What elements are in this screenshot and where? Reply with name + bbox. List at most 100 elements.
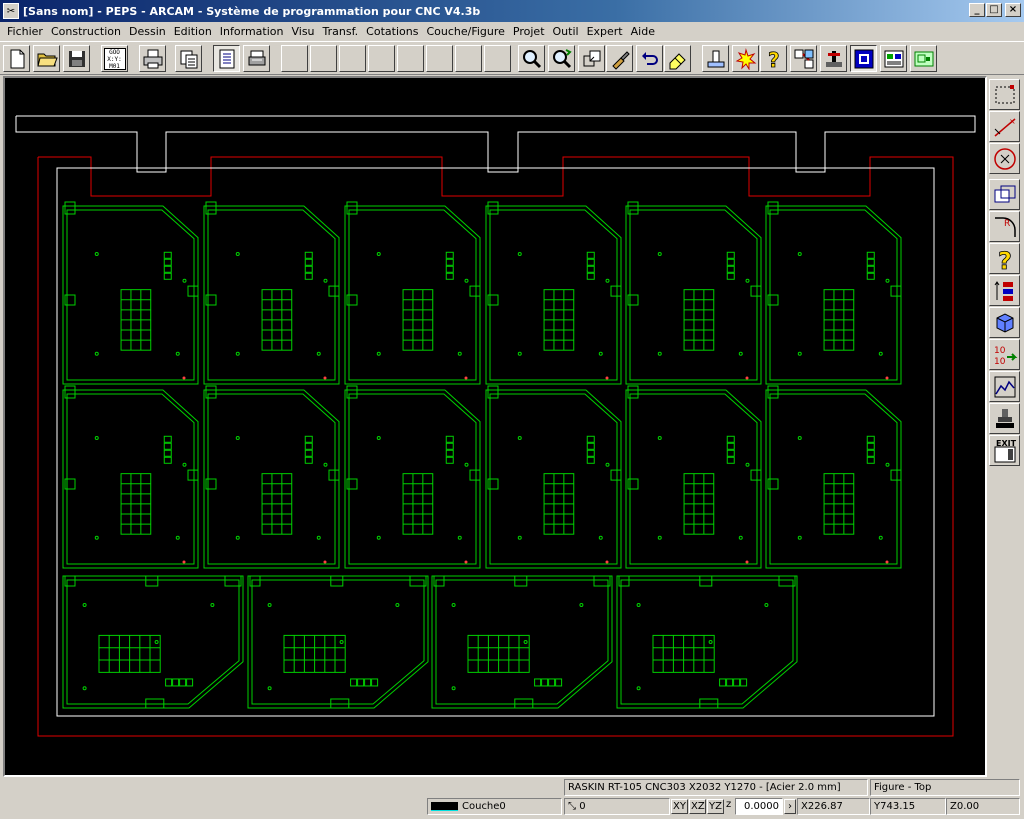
blank-button-7[interactable] <box>455 45 482 72</box>
hole <box>657 535 662 540</box>
gcode-button[interactable]: GOO X:Y: M01 <box>101 45 128 72</box>
blank-button-2[interactable] <box>310 45 337 72</box>
save-button[interactable] <box>63 45 90 72</box>
printer-setup-button[interactable] <box>243 45 270 72</box>
pan-button[interactable] <box>606 45 633 72</box>
tab <box>328 285 340 297</box>
hole <box>182 278 187 283</box>
printer-icon <box>143 49 162 68</box>
menu-visu[interactable]: Visu <box>287 25 318 38</box>
menu-projet[interactable]: Projet <box>509 25 549 38</box>
z-apply-button[interactable]: › <box>784 799 796 814</box>
hole <box>235 351 240 356</box>
tab <box>514 575 528 587</box>
hole <box>636 603 641 608</box>
menu-information[interactable]: Information <box>216 25 288 38</box>
menu-couche-figure[interactable]: Couche/Figure <box>422 25 508 38</box>
new-file-button[interactable] <box>3 45 30 72</box>
hole <box>94 252 99 257</box>
blank-button-6[interactable] <box>426 45 453 72</box>
blank-button-3[interactable] <box>339 45 366 72</box>
floppy-icon <box>68 50 85 67</box>
menu-edition[interactable]: Edition <box>170 25 216 38</box>
slot <box>586 456 595 464</box>
starburst-button[interactable] <box>732 45 759 72</box>
plane-xy-button[interactable]: XY <box>671 799 688 814</box>
start-point <box>745 560 749 564</box>
nesting-drawing[interactable] <box>5 78 985 775</box>
undo-button[interactable] <box>636 45 663 72</box>
radius-button[interactable]: R <box>989 211 1020 242</box>
open-folder-button[interactable] <box>33 45 60 72</box>
exit-button[interactable]: EXIT <box>989 435 1020 466</box>
menu-transf[interactable]: Transf. <box>319 25 363 38</box>
zoom-window-button[interactable] <box>578 45 605 72</box>
slot <box>364 678 372 687</box>
slot <box>555 678 563 687</box>
start-point <box>323 560 327 564</box>
hole <box>764 603 769 608</box>
hole <box>82 603 87 608</box>
line-button[interactable]: × <box>989 111 1020 142</box>
angle-icon: ⤡ <box>568 801 576 812</box>
menu-construction[interactable]: Construction <box>47 25 125 38</box>
cube-button[interactable] <box>989 307 1020 338</box>
zoom-button[interactable] <box>518 45 545 72</box>
minimize-button[interactable]: _ <box>969 3 985 17</box>
help-button[interactable]: ? <box>760 45 787 72</box>
blank-button-4[interactable] <box>368 45 395 72</box>
close-button[interactable]: × <box>1005 3 1021 17</box>
chart-button[interactable] <box>989 371 1020 402</box>
view-page-button[interactable] <box>213 45 240 72</box>
tab <box>699 575 713 587</box>
copy-button[interactable] <box>175 45 202 72</box>
slot <box>866 272 875 280</box>
print-button[interactable] <box>139 45 166 72</box>
eraser-button[interactable] <box>664 45 691 72</box>
select-window-button[interactable] <box>850 45 877 72</box>
menu-aide[interactable]: Aide <box>627 25 659 38</box>
circle-button[interactable] <box>989 143 1020 174</box>
slot <box>726 272 735 280</box>
menu-cotations[interactable]: Cotations <box>362 25 422 38</box>
maximize-button[interactable]: □ <box>986 3 1002 17</box>
menu-fichier[interactable]: Fichier <box>3 25 47 38</box>
stamp-button[interactable] <box>989 403 1020 434</box>
slot <box>541 678 549 687</box>
y-coordinate: Y743.15 <box>870 798 946 815</box>
sequence-button[interactable]: 10 10 <box>989 339 1020 370</box>
rectangle-button[interactable] <box>989 179 1020 210</box>
menu-expert[interactable]: Expert <box>583 25 627 38</box>
blank-button-1[interactable] <box>281 45 308 72</box>
slot <box>186 678 194 687</box>
drawing-canvas[interactable] <box>3 76 987 777</box>
layout-button[interactable] <box>910 45 937 72</box>
hole <box>267 603 272 608</box>
menu-outil[interactable]: Outil <box>549 25 583 38</box>
plane-xz-button[interactable]: XZ <box>689 799 706 814</box>
window-title: [Sans nom] - PEPS - ARCAM - Système de p… <box>23 4 481 18</box>
tab <box>469 469 481 481</box>
svg-text:?: ? <box>998 247 1012 272</box>
exit-icon: EXIT <box>994 439 1016 462</box>
blank-button-8[interactable] <box>484 45 511 72</box>
numbering-button[interactable] <box>989 275 1020 306</box>
compare-button[interactable] <box>790 45 817 72</box>
layer-status[interactable]: Couche0 <box>427 798 562 815</box>
menu-dessin[interactable]: Dessin <box>125 25 170 38</box>
help-right-button[interactable]: ? <box>989 243 1020 274</box>
z-input[interactable]: 0.0000 <box>735 798 783 815</box>
start-point <box>605 376 609 380</box>
slot <box>586 442 595 450</box>
zoom-refresh-button[interactable] <box>548 45 575 72</box>
svg-text:×: × <box>1009 117 1016 126</box>
part-11 <box>765 385 902 569</box>
part-2 <box>344 201 481 385</box>
plane-yz-button[interactable]: YZ <box>707 799 724 814</box>
scissors-icon[interactable]: ✂ <box>3 3 19 19</box>
select-rectangle-button[interactable] <box>989 79 1020 110</box>
toolpath-button[interactable] <box>702 45 729 72</box>
blank-button-5[interactable] <box>397 45 424 72</box>
layers-button[interactable] <box>880 45 907 72</box>
machine-button[interactable] <box>820 45 847 72</box>
